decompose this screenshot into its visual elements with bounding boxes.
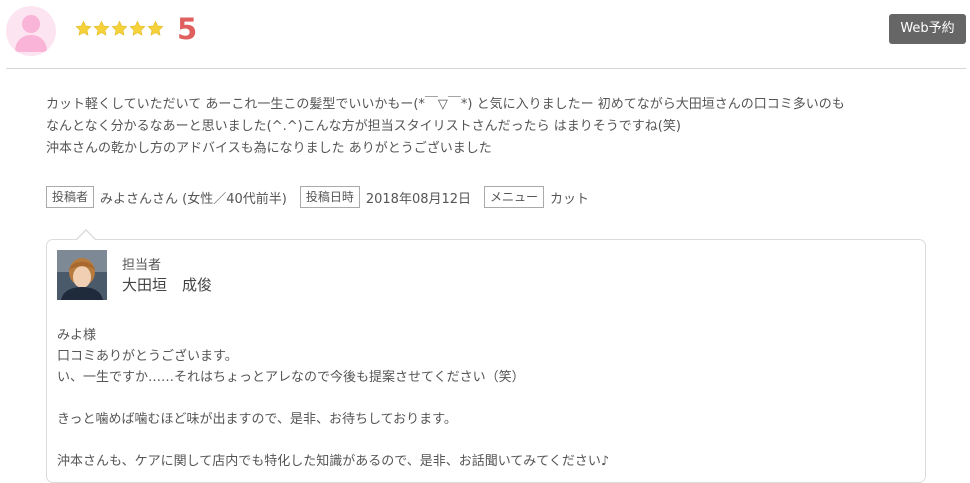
review-meta: 投稿者 みよさんさん (女性／40代前半) 投稿日時 2018年08月12日 メ… xyxy=(46,186,602,208)
reply-line: きっと噛めば噛むほど味が出ますので、是非、お待ちしております。 xyxy=(57,412,457,427)
reviewer-avatar xyxy=(6,6,56,56)
reply-line xyxy=(57,388,609,409)
reply-text: みよ様 口コミありがとうございます。 い、一生ですか……それはちょっとアレなので… xyxy=(57,325,609,472)
star-icon xyxy=(75,20,92,36)
reply-line xyxy=(57,430,609,451)
review-text: カット軽くしていただいて あーこれ一生この髪型でいいかもー(*￣▽￣*) と気に… xyxy=(46,94,936,160)
staff-reply: 担当者 大田垣 成俊 みよ様 口コミありがとうございます。 い、一生ですか……そ… xyxy=(46,229,926,483)
star-icon xyxy=(129,20,146,36)
reply-line: みよ様 xyxy=(57,328,97,343)
staff-photo xyxy=(57,250,107,300)
date-tag: 投稿日時 xyxy=(299,186,360,208)
reply-line: い、一生ですか……それはちょっとアレなので今後も提案させてください（笑） xyxy=(57,370,525,385)
review-line: カット軽くしていただいて あーこれ一生この髪型でいいかもー(*￣▽￣*) と気に… xyxy=(46,97,845,112)
poster-value: みよさんさん (女性／40代前半) xyxy=(100,191,287,207)
menu-tag: メニュー xyxy=(484,186,545,208)
header-divider xyxy=(6,68,966,69)
poster-tag: 投稿者 xyxy=(46,186,95,208)
staff-name: 大田垣 成俊 xyxy=(122,276,213,294)
staff-portrait-icon xyxy=(57,250,107,300)
rating-value: 5 xyxy=(177,12,198,46)
reply-pointer-fill xyxy=(76,231,96,241)
user-silhouette-icon xyxy=(15,15,47,52)
date-value: 2018年08月12日 xyxy=(365,191,472,207)
reply-line: 沖本さんも、ケアに関して店内でも特化した知識があるので、是非、お話聞いてみてくだ… xyxy=(57,454,610,469)
web-reserve-button[interactable]: Web予約 xyxy=(889,14,966,44)
review-line: なんとなく分かるなあーと思いました(^.^)こんな方が担当スタイリストさんだった… xyxy=(46,119,681,134)
staff-label: 担当者 xyxy=(122,258,162,273)
rating-stars xyxy=(75,20,164,40)
star-icon xyxy=(93,20,110,36)
star-icon xyxy=(147,20,164,36)
review-line: 沖本さんの乾かし方のアドバイスも為になりました ありがとうございました xyxy=(46,141,492,156)
reply-line: 口コミありがとうございます。 xyxy=(57,349,238,364)
star-icon xyxy=(111,20,128,36)
menu-value: カット xyxy=(550,191,590,207)
